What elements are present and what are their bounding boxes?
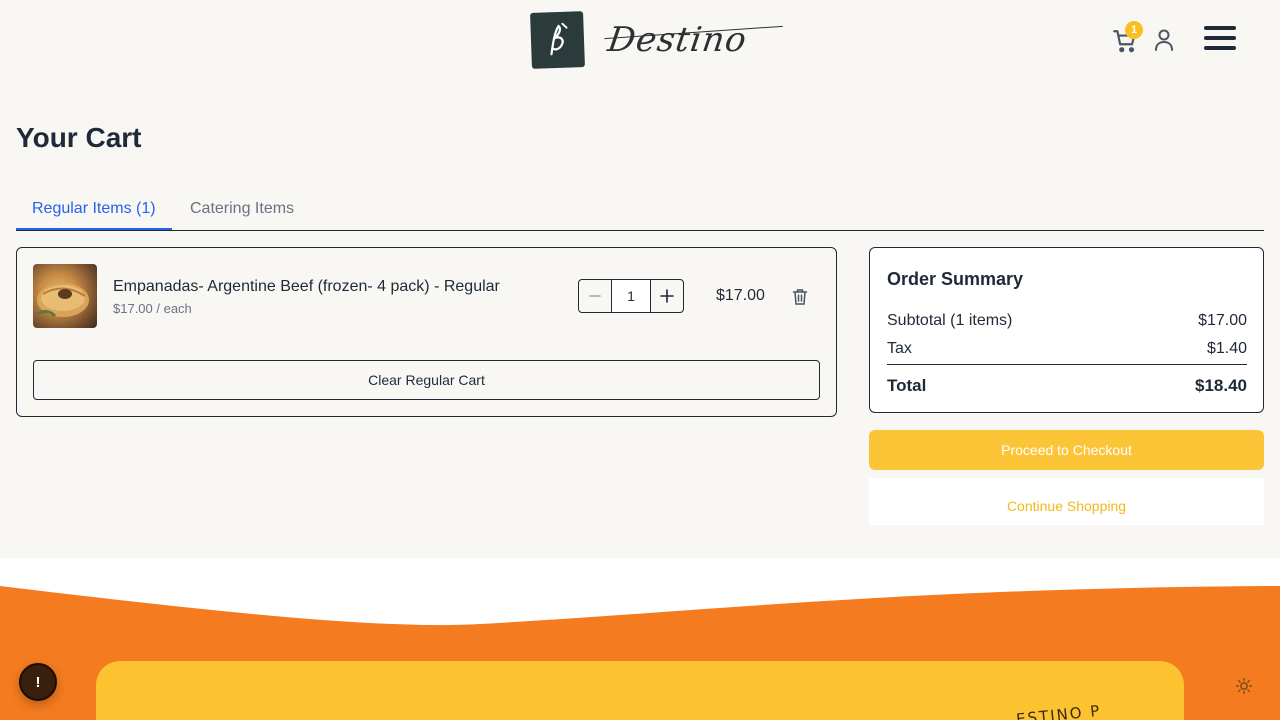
continue-shopping-container: Continue Shopping — [869, 478, 1264, 525]
cart-items-panel: Empanadas- Argentine Beef (frozen- 4 pac… — [16, 247, 837, 417]
cart-tabs: Regular Items (1) Catering Items — [16, 188, 1264, 231]
menu-bar — [1204, 26, 1236, 30]
trash-icon[interactable] — [792, 288, 808, 305]
minus-icon — [589, 295, 601, 297]
summary-title: Order Summary — [887, 269, 1024, 289]
quantity-input[interactable] — [611, 280, 651, 312]
site-header: Destino 1 — [0, 0, 1280, 80]
page-title: Your Cart — [16, 122, 142, 153]
subtotal-value: $17.00 — [1198, 312, 1247, 329]
clear-cart-button[interactable]: Clear Regular Cart — [33, 360, 820, 400]
plus-icon — [660, 289, 674, 303]
decrease-quantity-button[interactable] — [579, 280, 611, 312]
logo-mark-icon — [530, 11, 585, 69]
summary-divider — [887, 364, 1247, 365]
user-icon[interactable] — [1153, 28, 1175, 52]
tab-catering-items[interactable]: Catering Items — [174, 188, 310, 230]
total-label: Total — [887, 376, 927, 395]
subtotal-row: Subtotal (1 items) $17.00 — [887, 312, 1247, 330]
cart-count-badge: 1 — [1125, 21, 1143, 39]
menu-bar — [1204, 46, 1236, 50]
logo-wordmark: Destino — [605, 20, 750, 60]
sun-icon[interactable] — [1235, 677, 1253, 695]
item-line-total: $17.00 — [716, 287, 765, 304]
item-name[interactable]: Empanadas- Argentine Beef (frozen- 4 pac… — [113, 278, 500, 296]
continue-shopping-link[interactable]: Continue Shopping — [869, 498, 1264, 514]
increase-quantity-button[interactable] — [651, 280, 683, 312]
total-value: $18.40 — [1195, 376, 1247, 395]
menu-bar — [1204, 36, 1236, 40]
tax-label: Tax — [887, 340, 912, 357]
brand-logo[interactable]: Destino — [530, 11, 750, 69]
tax-row: Tax $1.40 — [887, 340, 1247, 358]
subtotal-label: Subtotal (1 items) — [887, 312, 1013, 329]
menu-icon[interactable] — [1204, 26, 1236, 54]
quantity-stepper — [578, 279, 684, 313]
item-thumbnail — [33, 264, 97, 328]
total-row: Total $18.40 — [887, 376, 1247, 396]
item-unit-price: $17.00 / each — [113, 301, 192, 316]
proceed-to-checkout-button[interactable]: Proceed to Checkout — [869, 430, 1264, 470]
alert-button[interactable]: ! — [19, 663, 57, 701]
tax-value: $1.40 — [1206, 340, 1247, 357]
order-summary: Order Summary Subtotal (1 items) $17.00 … — [869, 247, 1264, 413]
tab-regular-items[interactable]: Regular Items (1) — [16, 188, 172, 230]
